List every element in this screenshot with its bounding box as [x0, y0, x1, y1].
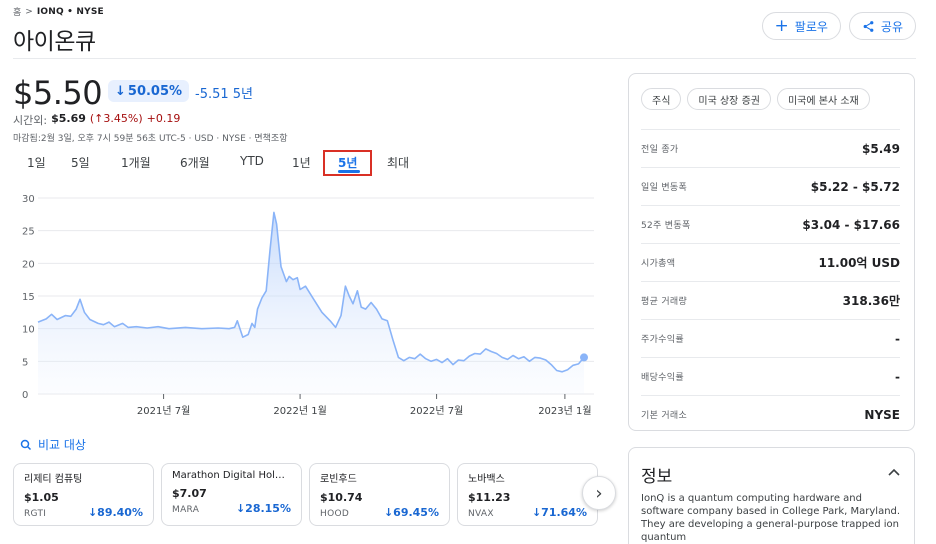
- about-text: IonQ is a quantum computing hardware and…: [641, 493, 901, 543]
- current-price: $5.50: [13, 74, 103, 112]
- tag-list: 주식 미국 상장 증권 미국에 본사 소재: [629, 74, 914, 110]
- tag-us-headquartered[interactable]: 미국에 본사 소재: [776, 88, 870, 110]
- y-tick-label: 20: [22, 259, 35, 270]
- last-point-marker: [580, 353, 588, 362]
- afterhours-change: +0.19: [146, 112, 181, 125]
- chevron-up-icon[interactable]: [888, 465, 900, 479]
- compare-card-mara[interactable]: Marathon Digital Holdi... $7.07 MARA ↓28…: [161, 463, 302, 526]
- breadcrumb-symbol: IONQ • NYSE: [36, 6, 104, 17]
- stat-row-pe-ratio: 주가수익률 -: [641, 319, 900, 357]
- market-closed-note: 마감됨:2월 3일, 오후 7시 59분 56초 UTC-5 · USD · N…: [13, 134, 288, 144]
- stats-panel: 주식 미국 상장 증권 미국에 본사 소재 전일 종가 $5.49 일일 변동폭…: [628, 73, 915, 431]
- card-change: ↓69.45%: [383, 506, 439, 519]
- search-icon: [20, 439, 32, 450]
- stat-row-exchange: 기본 거래소 NYSE: [641, 395, 900, 433]
- about-title: 정보: [641, 467, 673, 487]
- card-name: Marathon Digital Holdi...: [172, 470, 291, 481]
- share-label: 공유: [880, 19, 903, 34]
- follow-label: 팔로우: [794, 19, 828, 34]
- header-divider: [13, 58, 916, 59]
- y-tick-label: 0: [22, 390, 28, 401]
- breadcrumb-separator: >: [25, 6, 33, 17]
- card-name: 리제티 컴퓨팅: [24, 474, 83, 485]
- card-ticker: NVAX: [468, 509, 494, 519]
- card-name: 노바백스: [468, 474, 505, 485]
- arrow-down-icon: ↓: [115, 83, 126, 99]
- stat-row-52w-range: 52주 변동폭 $3.04 - $17.66: [641, 205, 900, 243]
- compare-card-nvax[interactable]: 노바백스 $11.23 NVAX ↓71.64%: [457, 463, 598, 526]
- card-price: $11.23: [468, 491, 511, 504]
- chevron-right-icon: ›: [595, 482, 603, 504]
- about-panel: 정보 IonQ is a quantum computing hardware …: [628, 447, 915, 544]
- range-tab-6m[interactable]: 6개월: [180, 154, 210, 171]
- card-change: ↓28.15%: [235, 502, 291, 515]
- card-change: ↓89.40%: [87, 506, 143, 519]
- plus-icon: +: [774, 15, 789, 36]
- y-tick-label: 10: [22, 325, 35, 336]
- card-ticker: HOOD: [320, 509, 350, 519]
- afterhours-percent: (↑3.45%): [89, 112, 143, 125]
- range-tab-1d[interactable]: 1일: [27, 154, 46, 171]
- card-price: $10.74: [320, 491, 363, 504]
- afterhours-label: 시간외:: [13, 114, 48, 127]
- card-price: $1.05: [24, 491, 59, 504]
- change-absolute: -5.51 5년: [195, 87, 253, 102]
- stat-row-prev-close: 전일 종가 $5.49: [641, 129, 900, 167]
- stat-row-avg-volume: 평균 거래량 318.36만: [641, 281, 900, 319]
- card-change: ↓71.64%: [531, 506, 587, 519]
- stat-row-market-cap: 시가총액 11.00억 USD: [641, 243, 900, 281]
- selection-highlight: [323, 150, 372, 176]
- x-tick-label: 2022년 7월: [410, 405, 463, 417]
- stat-row-day-range: 일일 변동폭 $5.22 - $5.72: [641, 167, 900, 205]
- card-price: $7.07: [172, 487, 207, 500]
- card-ticker: MARA: [172, 505, 200, 515]
- compare-link[interactable]: 비교 대상: [20, 436, 86, 453]
- compare-card-rgti[interactable]: 리제티 컴퓨팅 $1.05 RGTI ↓89.40%: [13, 463, 154, 526]
- range-tab-1y[interactable]: 1년: [292, 154, 311, 171]
- stat-row-dividend-yield: 배당수익률 -: [641, 357, 900, 395]
- tag-us-listed[interactable]: 미국 상장 증권: [687, 88, 771, 110]
- y-tick-label: 25: [22, 227, 35, 238]
- breadcrumb: 홈 > IONQ • NYSE: [13, 5, 104, 19]
- range-tab-max[interactable]: 최대: [387, 154, 409, 171]
- compare-card-hood[interactable]: 로빈후드 $10.74 HOOD ↓69.45%: [309, 463, 450, 526]
- afterhours-price: $5.69: [51, 112, 86, 125]
- tag-stock[interactable]: 주식: [641, 88, 682, 110]
- y-tick-label: 5: [22, 357, 28, 368]
- afterhours-row: 시간외: $5.69 (↑3.45%) +0.19: [13, 112, 180, 128]
- x-tick-label: 2021년 7월: [137, 405, 190, 417]
- next-cards-button[interactable]: ›: [582, 476, 616, 510]
- compare-label: 비교 대상: [38, 438, 86, 452]
- y-tick-label: 30: [22, 194, 35, 205]
- series-area: [38, 212, 584, 394]
- share-icon: [863, 20, 874, 32]
- range-tab-1m[interactable]: 1개월: [121, 154, 151, 171]
- breadcrumb-home[interactable]: 홈: [13, 5, 21, 18]
- range-tab-ytd[interactable]: YTD: [240, 154, 264, 168]
- change-percent-badge: ↓ 50.05%: [108, 80, 190, 102]
- range-tab-5d[interactable]: 5일: [71, 154, 90, 171]
- card-ticker: RGTI: [24, 509, 47, 519]
- page-title: 아이온큐: [13, 29, 96, 55]
- top-actions: + 팔로우 공유: [761, 12, 916, 40]
- card-name: 로빈후드: [320, 474, 357, 485]
- y-tick-label: 15: [22, 292, 35, 303]
- price-chart[interactable]: 0 5 10 15 20 25 30 2021년 7월 2022년 1월 2022년 7월 2023…: [0, 188, 600, 420]
- follow-button[interactable]: + 팔로우: [761, 12, 841, 40]
- x-tick-label: 2023년 1월: [538, 405, 591, 417]
- change-percent: 50.05%: [127, 83, 183, 99]
- share-button[interactable]: 공유: [848, 12, 916, 40]
- x-tick-label: 2022년 1월: [273, 405, 326, 417]
